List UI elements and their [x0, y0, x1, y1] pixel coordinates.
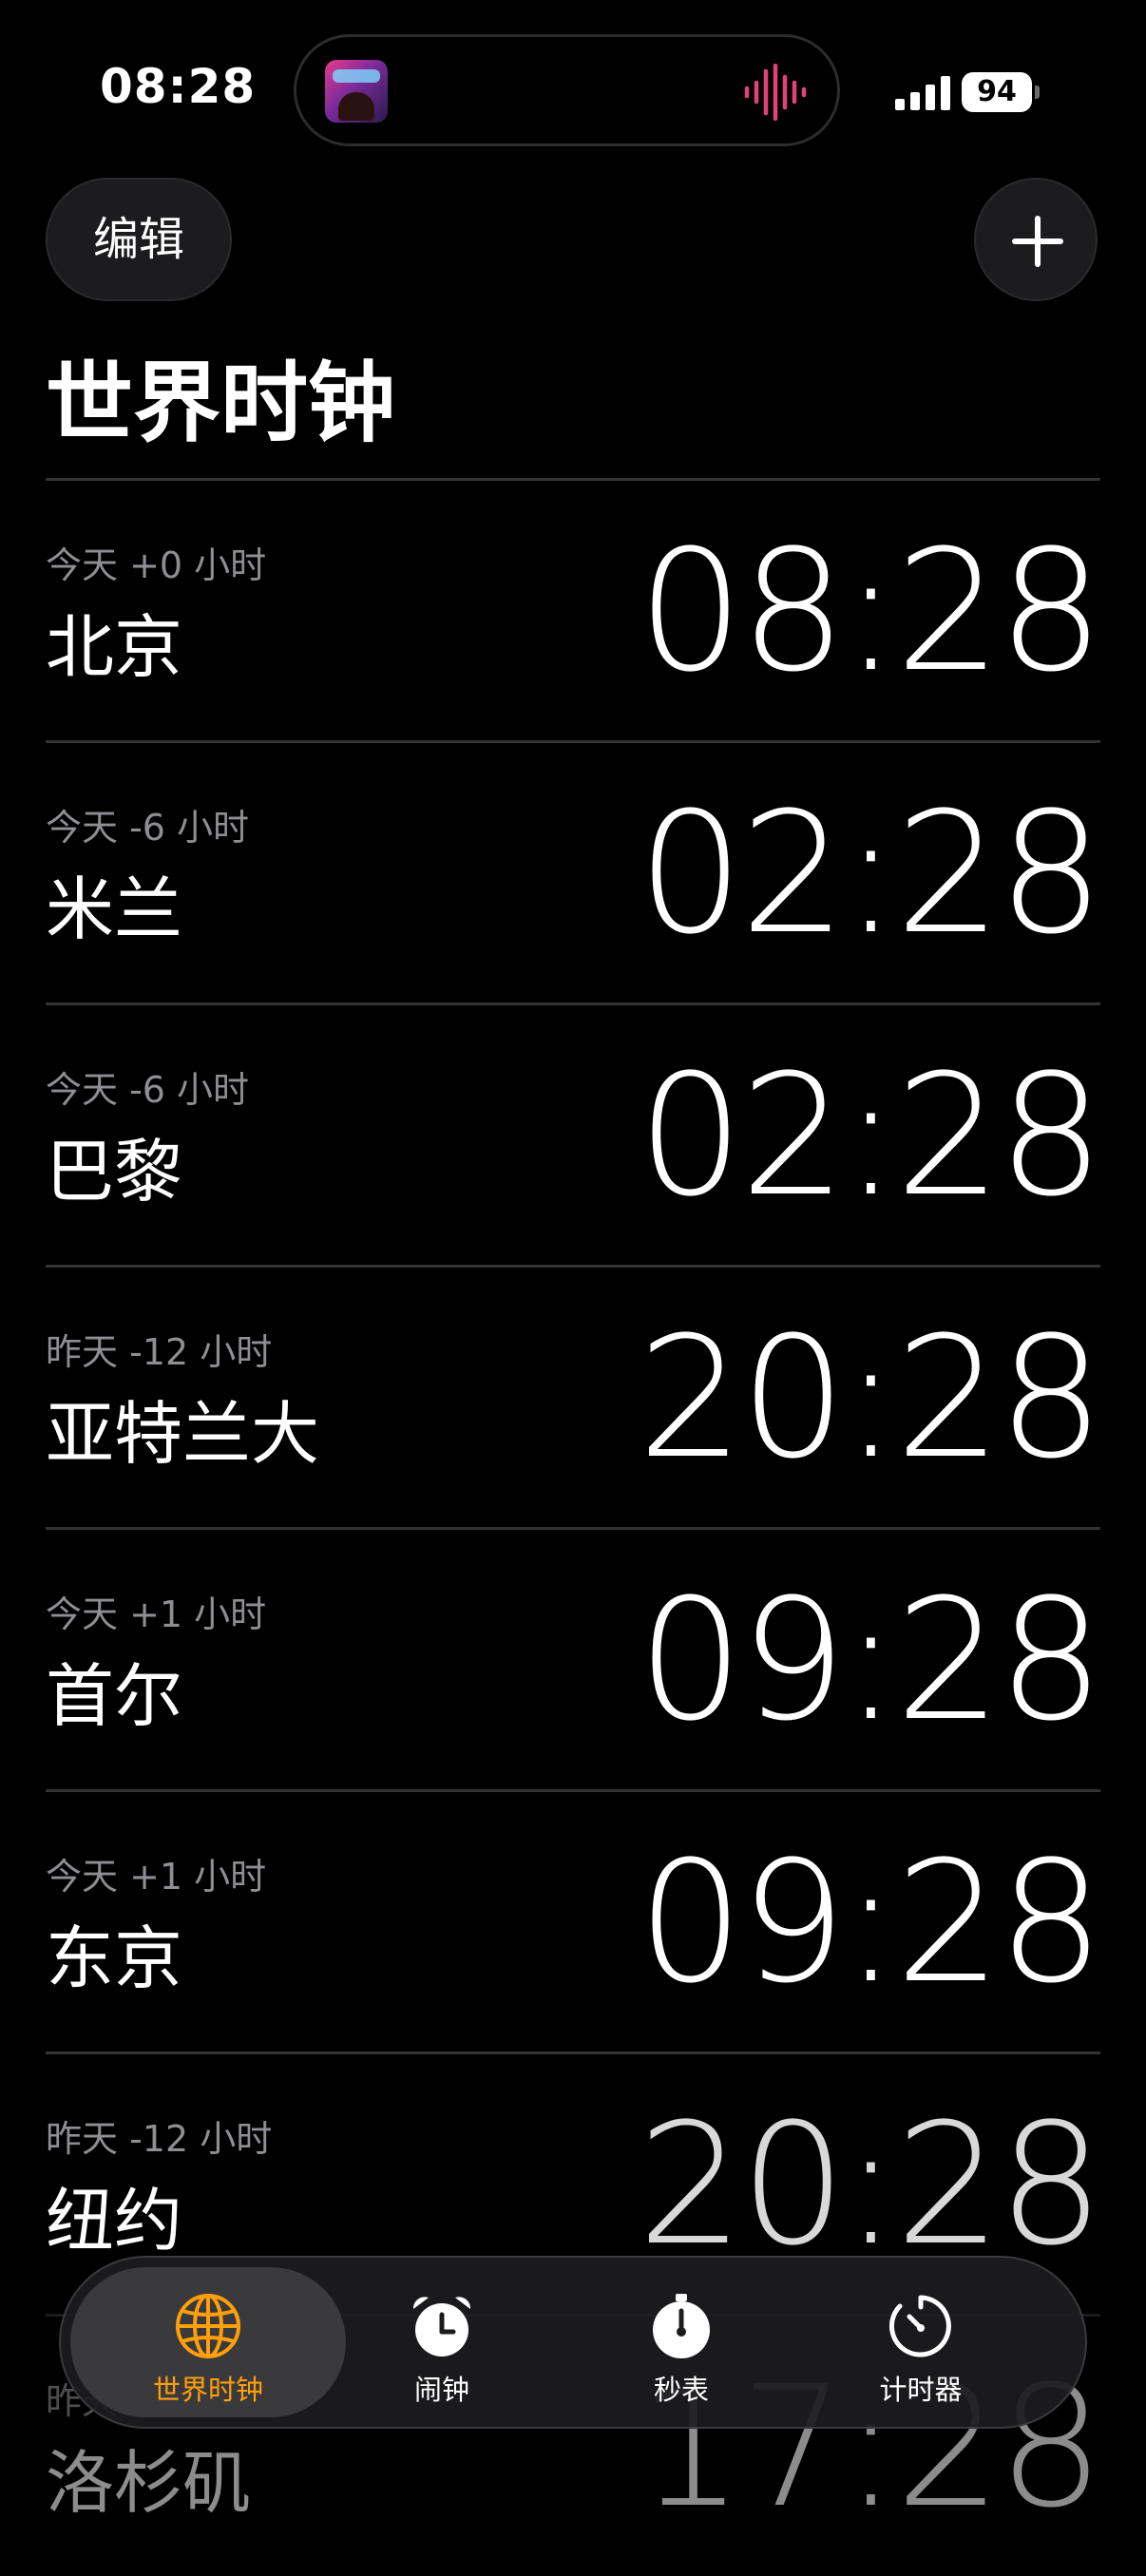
- tab-label: 秒表: [653, 2374, 709, 2406]
- clock-city: 洛杉矶: [46, 2443, 252, 2523]
- clock-time: 08:28: [637, 514, 1104, 709]
- battery-tip: [1035, 86, 1040, 99]
- clock-row[interactable]: 今天 -6 小时 米兰 02:28: [46, 740, 1104, 1002]
- clock-offset: 今天 +1 小时: [46, 1593, 267, 1635]
- audio-waveform-icon: [744, 64, 807, 121]
- clock-city: 东京: [46, 1918, 183, 1998]
- tab-label: 闹钟: [413, 2374, 469, 2406]
- status-time: 08:28: [100, 59, 257, 114]
- battery-icon: 94: [962, 72, 1040, 112]
- clock-city: 巴黎: [46, 1132, 183, 1212]
- clock-city: 米兰: [46, 869, 183, 949]
- clock-city: 北京: [46, 607, 183, 687]
- tab-timer[interactable]: 计时器: [783, 2267, 1059, 2417]
- clock-row[interactable]: 今天 +0 小时 北京 08:28: [46, 478, 1104, 740]
- cellular-signal-icon: [895, 76, 950, 110]
- tab-bar: 世界时钟 闹钟 秒表 计时器: [59, 2256, 1087, 2429]
- alarm-clock-icon: [412, 2297, 471, 2357]
- clock-offset: 今天 +0 小时: [46, 544, 267, 586]
- tab-stopwatch[interactable]: 秒表: [544, 2267, 819, 2417]
- clock-offset: 今天 +1 小时: [46, 1856, 267, 1898]
- tab-alarm[interactable]: 闹钟: [304, 2267, 580, 2417]
- clock-offset: 今天 -6 小时: [46, 807, 250, 849]
- globe-icon: [176, 2294, 240, 2358]
- plus-icon: [1012, 216, 1063, 267]
- battery-level: 94: [977, 75, 1017, 108]
- clock-offset: 今天 -6 小时: [46, 1069, 250, 1111]
- clock-time: 09:28: [637, 1563, 1104, 1758]
- clock-row[interactable]: 今天 +1 小时 首尔 09:28: [46, 1527, 1104, 1789]
- edit-button[interactable]: 编辑: [46, 178, 232, 301]
- page-title: 世界时钟: [46, 353, 396, 454]
- clock-offset: 昨天 -12 小时: [46, 2118, 273, 2160]
- dynamic-island[interactable]: [294, 34, 840, 146]
- clock-city: 纽约: [46, 2181, 183, 2261]
- clock-row[interactable]: 今天 +1 小时 东京 09:28: [46, 1789, 1104, 2051]
- clock-row[interactable]: 昨天 -12 小时 亚特兰大 20:28: [46, 1265, 1104, 1527]
- clock-city: 首尔: [46, 1656, 183, 1736]
- stopwatch-icon: [653, 2294, 710, 2358]
- add-button[interactable]: [974, 178, 1098, 301]
- clock-time: 20:28: [637, 1301, 1104, 1496]
- clock-row[interactable]: 今天 -6 小时 巴黎 02:28: [46, 1002, 1104, 1265]
- timer-icon: [888, 2295, 951, 2357]
- tab-label: 计时器: [879, 2374, 963, 2406]
- now-playing-artwork[interactable]: [325, 60, 388, 123]
- clock-time: 02:28: [637, 776, 1104, 971]
- clock-time: 09:28: [637, 1825, 1104, 2020]
- clock-offset: 昨天 -12 小时: [46, 1331, 273, 1373]
- clock-city: 亚特兰大: [46, 1394, 320, 1474]
- clock-time: 02:28: [637, 1039, 1104, 1233]
- clock-time: 20:28: [637, 2088, 1104, 2282]
